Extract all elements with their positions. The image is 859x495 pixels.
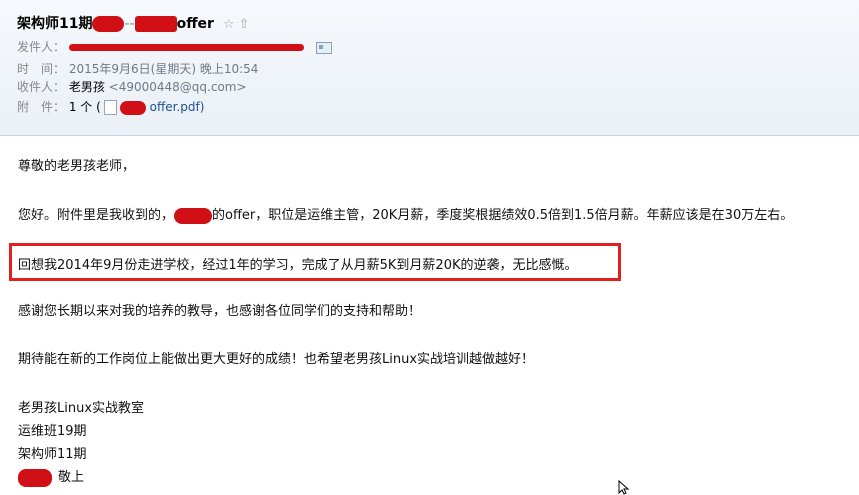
signature-line-3: 架构师11期: [18, 447, 87, 462]
signature-closing-row: 敬上: [18, 466, 84, 487]
paragraph-reflection: 回想我2014年9月份走进学校，经过1年的学习，完成了从月薪5K到月薪20K的逆…: [18, 258, 578, 273]
star-icon[interactable]: ☆: [223, 17, 235, 32]
to-name[interactable]: 老男孩: [69, 80, 105, 94]
signature-line-2: 运维班19期: [18, 424, 87, 439]
attachment-link[interactable]: offer.pdf): [150, 100, 205, 114]
to-row: 收件人： 老男孩 <49000448@qq.com>: [17, 78, 247, 95]
paragraph-wishes: 期待能在新的工作岗位上能做出更大更好的成绩！也希望老男孩Linux实战培训越做越…: [18, 352, 535, 367]
redacted-sender[interactable]: [68, 44, 304, 51]
from-row: 发件人：: [17, 38, 332, 55]
mouse-cursor-icon: [618, 480, 630, 495]
greeting: 尊敬的老男孩老师，: [18, 159, 136, 174]
attachment-row: 附 件： 1 个 ( offer.pdf): [17, 98, 204, 115]
paragraph-offer-part1: 您好。附件里是我收到的，: [18, 208, 175, 223]
time-value: 2015年9月6日(星期天) 晚上10:54: [68, 62, 259, 76]
pdf-icon: [103, 100, 117, 115]
contact-card-icon[interactable]: [315, 41, 332, 54]
from-label: 发件人：: [17, 40, 66, 54]
redacted-name: [18, 468, 52, 487]
mail-subject: 架构师11期 -- offer ☆ ⇧: [17, 13, 249, 33]
redacted-company-body: [174, 207, 213, 224]
share-icon[interactable]: ⇧: [238, 17, 249, 32]
subject-separator: --: [124, 16, 135, 32]
paragraph-thanks: 感谢您长期以来对我的培养的教导，也感谢各位同学们的支持和帮助！: [18, 304, 422, 319]
time-row: 时 间： 2015年9月6日(星期天) 晚上10:54: [17, 60, 258, 77]
paragraph-offer: 您好。附件里是我收到的， 的offer，职位是运维主管，20K月薪，季度奖根据绩效…: [18, 204, 793, 224]
to-label: 收件人：: [17, 80, 66, 94]
signature-closing: 敬上: [58, 470, 85, 485]
subject-suffix: offer: [176, 16, 214, 32]
redacted-company: [134, 16, 177, 32]
time-label: 时 间：: [17, 62, 66, 76]
to-email[interactable]: <49000448@qq.com>: [109, 80, 247, 94]
paragraph-offer-part2: 的offer，职位是运维主管，20K月薪，季度奖根据绩效0.5倍到1.5倍月薪。…: [212, 208, 794, 223]
signature-line-1: 老男孩Linux实战教室: [18, 401, 145, 416]
mail-header: 架构师11期 -- offer ☆ ⇧ 发件人： 时 间： 2015年9月6日(星期天…: [0, 0, 859, 136]
subject-prefix: 架构师11期: [17, 16, 93, 32]
redacted-filename: [119, 100, 146, 115]
attach-label: 附 件：: [17, 100, 66, 114]
attach-count: 1 个 (: [68, 100, 101, 114]
redacted-subject-part: [92, 16, 125, 32]
